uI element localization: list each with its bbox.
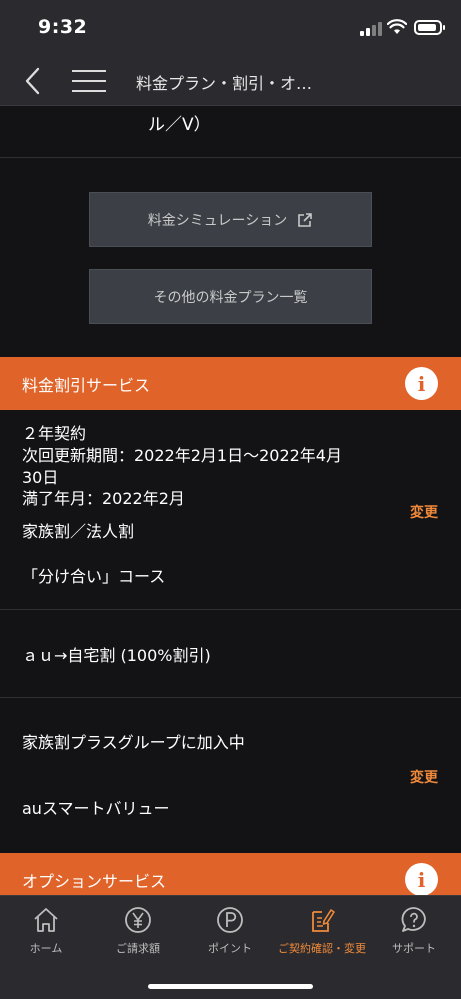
option-section-header: オプションサービス i [0, 853, 461, 895]
divider [0, 609, 461, 610]
external-link-icon [298, 212, 313, 227]
support-icon [401, 907, 426, 932]
info-icon[interactable]: i [405, 367, 438, 400]
tab-points-label: ポイント [208, 942, 252, 955]
expiry-date: 満了年月：2022年2月 [22, 489, 185, 508]
point-icon [217, 907, 243, 933]
main-content[interactable]: ル／V） 料金シミュレーション その他の料金プラン一覧 料金割引サービス i ２… [0, 107, 461, 895]
status-bar: 9:32 [0, 0, 461, 56]
tab-contract[interactable]: ご契約確認・変更 [276, 906, 368, 966]
sharing-course: 「分け合い」コース [22, 567, 166, 586]
au-smart-value: auスマートバリュー [22, 799, 170, 818]
cellular-signal-icon [360, 22, 384, 36]
tab-contract-label: ご契約確認・変更 [278, 942, 366, 955]
home-discount: ａｕ→自宅割 (100%割引) [22, 646, 211, 665]
family-plus-group: 家族割プラスグループに加入中 [22, 733, 245, 752]
price-simulation-label: 料金シミュレーション [147, 212, 288, 229]
renewal-period-line1: 次回更新期間：2022年2月1日～2022年4月 [22, 446, 342, 465]
option-section-title: オプションサービス [22, 872, 167, 891]
renewal-period-line2: 30日 [22, 468, 59, 487]
tab-points[interactable]: ポイント [184, 906, 276, 966]
tab-billing-label: ご請求額 [116, 942, 160, 955]
discount-section-header: 料金割引サービス i [0, 357, 461, 410]
change-link[interactable]: 変更 [410, 502, 438, 522]
page-title: 料金プラン・割引・オ… [136, 74, 313, 93]
tab-home[interactable]: ホーム [0, 906, 92, 966]
tab-billing[interactable]: ご請求額 [92, 906, 184, 966]
home-indicator [148, 984, 313, 989]
tab-support[interactable]: サポート [368, 906, 460, 966]
family-discount: 家族割／法人割 [22, 522, 135, 541]
nav-bar: 料金プラン・割引・オ… [0, 56, 461, 106]
contract-edit-icon [312, 909, 335, 932]
tab-home-label: ホーム [29, 942, 63, 955]
divider [0, 157, 461, 158]
divider [0, 697, 461, 698]
tab-support-label: サポート [392, 942, 436, 955]
discount-section-title: 料金割引サービス [22, 376, 151, 395]
contract-name: ２年契約 [22, 424, 87, 443]
price-simulation-button[interactable]: 料金シミュレーション [89, 192, 372, 247]
other-plans-label: その他の料金プラン一覧 [153, 289, 308, 306]
back-chevron-icon[interactable] [22, 66, 46, 96]
hamburger-menu-icon[interactable] [72, 70, 106, 92]
other-plans-button[interactable]: その他の料金プラン一覧 [89, 269, 372, 324]
plan-name-fragment: ル／V） [148, 115, 211, 135]
home-icon [34, 908, 58, 932]
change-link[interactable]: 変更 [410, 767, 438, 787]
wifi-icon [387, 19, 407, 34]
battery-icon [414, 20, 445, 35]
yen-icon [125, 907, 151, 933]
info-icon[interactable]: i [405, 863, 438, 895]
status-time: 9:32 [38, 16, 88, 38]
